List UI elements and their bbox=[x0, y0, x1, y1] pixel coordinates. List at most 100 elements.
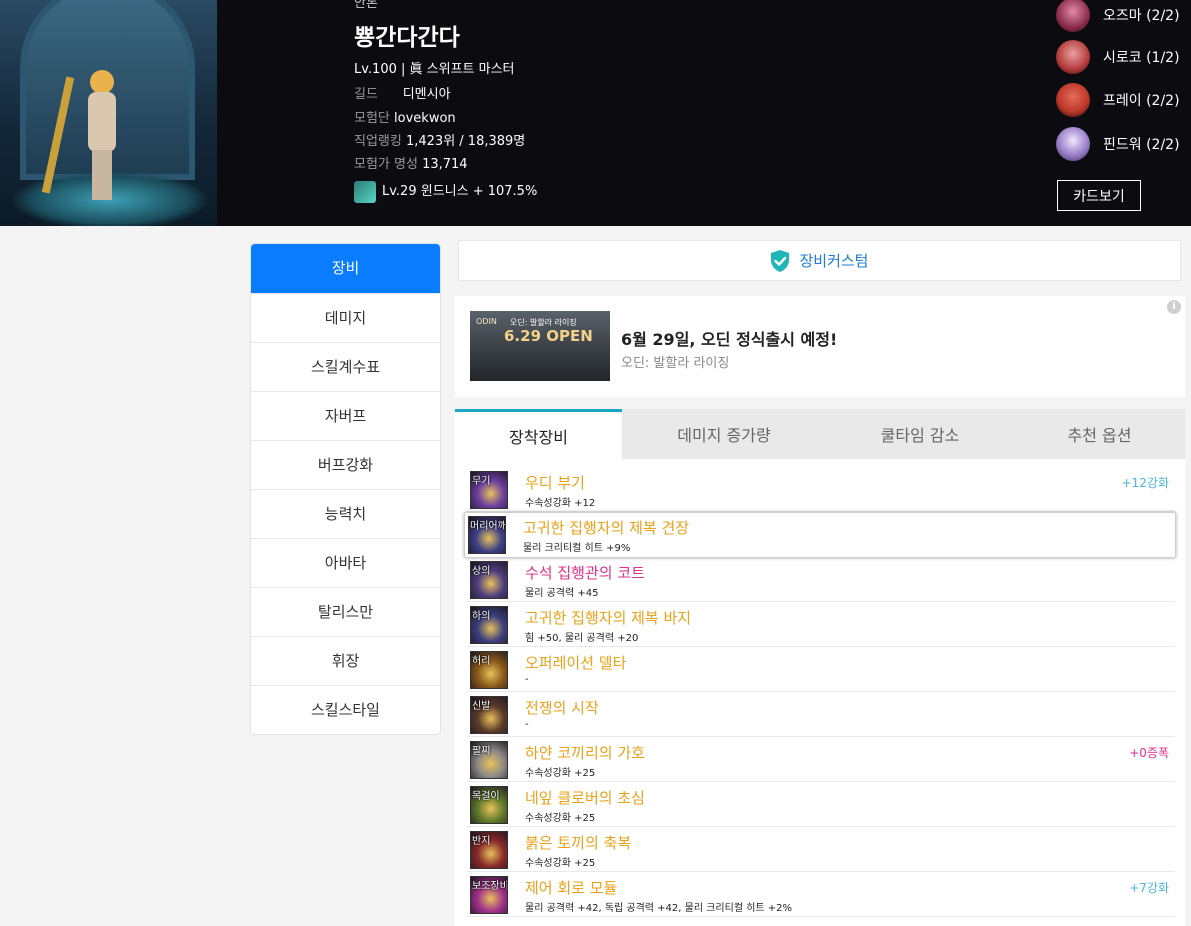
banner-title: 6월 29일, 오딘 정식출시 예정! bbox=[621, 330, 838, 349]
guild-info: 길드 디멘시아 bbox=[354, 83, 451, 102]
fame-value: 13,714 bbox=[422, 157, 468, 172]
equipment-row[interactable]: 보조장비 제어 회로 모듈물리 공격력 +42, 독립 공격력 +42, 물리 크… bbox=[467, 873, 1175, 917]
equipment-row[interactable]: 목걸이 네잎 클로버의 초심 수속성강화 +25 bbox=[467, 783, 1175, 827]
equipment-name[interactable]: 제어 회로 모듈 bbox=[525, 877, 617, 898]
equipment-stat: 물리 공격력 +45 bbox=[525, 588, 599, 599]
sidebar-item-insignia[interactable]: 휘장 bbox=[251, 636, 440, 685]
equipment-stat: 수속성강화 +25 bbox=[525, 768, 596, 779]
equipment-slot-label: 반지 bbox=[472, 836, 491, 847]
sidebar-item-avatar[interactable]: 아바타 bbox=[251, 538, 440, 587]
equipment-item-icon[interactable]: 하의 bbox=[470, 606, 508, 644]
card-set-label: 시로코 (1/2) bbox=[1103, 50, 1180, 66]
view-cards-button[interactable]: 카드보기 bbox=[1057, 180, 1141, 211]
sidebar-nav: 장비 데미지 스킬계수표 자버프 버프강화 능력치 아바타 탈리스만 휘장 스킬… bbox=[250, 243, 441, 735]
job-rank-info: 직업랭킹 1,423위 / 18,389명 bbox=[354, 130, 525, 149]
wind-gem-icon bbox=[354, 180, 376, 203]
equipment-slot-label: 신발 bbox=[472, 701, 491, 712]
equipment-stat: 수속성강화 +12 bbox=[525, 498, 596, 509]
card-set-item: 시로코 (1/2) bbox=[1056, 40, 1180, 74]
equipment-stat: 물리 크리티컬 히트 +9% bbox=[523, 543, 631, 554]
equipment-name[interactable]: 고귀한 집행자의 제복 바지 bbox=[525, 607, 691, 628]
equipment-name[interactable]: 수석 집행관의 코트 bbox=[525, 562, 645, 583]
equipment-item-icon[interactable]: 보조장비 bbox=[470, 876, 508, 914]
ad-banner[interactable]: ODIN 오딘: 발할라 라이징 6.29 OPEN 6월 29일, 오딘 정식… bbox=[455, 296, 1185, 397]
tab-cooldown-reduction[interactable]: 쿨타임 감소 bbox=[826, 409, 1014, 459]
equipment-item-icon[interactable]: 허리 bbox=[470, 651, 508, 689]
job-rank-label: 직업랭킹 bbox=[354, 134, 402, 149]
fame-info: 모험가 명성 13,714 bbox=[354, 153, 468, 172]
equipment-upgrade-badge: +0증폭 bbox=[1129, 746, 1169, 760]
sidebar-item-buff-enhance[interactable]: 버프강화 bbox=[251, 440, 440, 489]
equipment-name[interactable]: 오퍼레이션 델타 bbox=[525, 652, 626, 673]
character-name: 뿅간다간다 bbox=[354, 25, 460, 51]
equipment-name[interactable]: 네잎 클로버의 초심 bbox=[525, 787, 645, 808]
card-set-item: 프레이 (2/2) bbox=[1056, 83, 1180, 117]
equipment-row[interactable]: 팔찌 하얀 코끼리의 가호수속성강화 +25 +0증폭 bbox=[467, 738, 1175, 782]
equipment-row[interactable]: 하의 고귀한 집행자의 제복 바지 힘 +50, 물리 공격력 +20 bbox=[467, 603, 1175, 647]
equipment-custom-button[interactable]: 장비커스텀 bbox=[458, 240, 1181, 281]
fiendwar-avatar-icon bbox=[1056, 127, 1090, 161]
card-set-label: 프레이 (2/2) bbox=[1103, 93, 1180, 109]
character-portrait bbox=[0, 0, 217, 226]
equipment-tabs: 장착장비 데미지 증가량 쿨타임 감소 추천 옵션 bbox=[455, 409, 1185, 459]
equipment-row[interactable]: 허리 오퍼레이션 델타 - bbox=[467, 648, 1175, 692]
equipment-row[interactable]: 신발 전쟁의 시작 - bbox=[467, 693, 1175, 737]
adventure-label: 모험단 bbox=[354, 111, 390, 126]
card-set-label: 핀드워 (2/2) bbox=[1103, 137, 1180, 153]
card-set-label: 오즈마 (2/2) bbox=[1103, 8, 1180, 24]
info-icon[interactable]: i bbox=[1167, 300, 1181, 314]
adventure-value[interactable]: lovekwon bbox=[394, 111, 456, 126]
equipment-row[interactable]: 머리어깨 고귀한 집행자의 제복 견장물리 크리티컬 히트 +9% bbox=[464, 512, 1176, 558]
ozma-avatar-icon bbox=[1056, 0, 1090, 32]
equipment-upgrade-badge: +12강화 bbox=[1121, 476, 1169, 490]
equipment-item-icon[interactable]: 목걸이 bbox=[470, 786, 508, 824]
equipment-name[interactable]: 고귀한 집행자의 제복 견장 bbox=[523, 517, 689, 538]
equipment-slot-label: 보조장비 bbox=[472, 881, 508, 892]
equipment-item-icon[interactable]: 반지 bbox=[470, 831, 508, 869]
level-class: Lv.100 | 眞 스위프트 마스터 bbox=[354, 62, 515, 77]
equipment-slot-label: 목걸이 bbox=[472, 791, 500, 802]
tab-damage-increase[interactable]: 데미지 증가량 bbox=[622, 409, 826, 459]
tab-equipped[interactable]: 장착장비 bbox=[455, 409, 622, 459]
equipment-custom-label: 장비커스텀 bbox=[799, 252, 869, 270]
equipment-row[interactable]: 상의 수석 집행관의 코트물리 공격력 +45 bbox=[467, 558, 1175, 602]
equipment-row[interactable]: 반지 붉은 토끼의 축복수속성강화 +25 bbox=[467, 828, 1175, 872]
equipment-name[interactable]: 하얀 코끼리의 가호 bbox=[525, 742, 645, 763]
equipment-item-icon[interactable]: 팔찌 bbox=[470, 741, 508, 779]
sidebar-item-stats[interactable]: 능력치 bbox=[251, 489, 440, 538]
sidebar-item-self-buff[interactable]: 자버프 bbox=[251, 391, 440, 440]
banner-subtitle: 오딘: 발할라 라이징 bbox=[621, 356, 730, 371]
equipment-stat: 물리 공격력 +42, 독립 공격력 +42, 물리 크리티컬 히트 +2% bbox=[525, 903, 793, 914]
guild-label: 길드 bbox=[354, 87, 378, 102]
equipment-name[interactable]: 붉은 토끼의 축복 bbox=[525, 832, 631, 853]
equipment-row[interactable]: 무기 우디 부기수속성강화 +12 +12강화 bbox=[467, 468, 1175, 512]
equipment-item-icon[interactable]: 머리어깨 bbox=[468, 516, 506, 554]
card-set-item: 오즈마 (2/2) bbox=[1056, 0, 1180, 32]
shield-check-icon bbox=[771, 249, 790, 272]
tab-recommended-options[interactable]: 추천 옵션 bbox=[1014, 409, 1185, 459]
equipment-stat: - bbox=[525, 719, 529, 730]
equipment-name[interactable]: 우디 부기 bbox=[525, 472, 585, 493]
sidebar-item-equipment[interactable]: 장비 bbox=[251, 244, 440, 293]
equipment-name[interactable]: 전쟁의 시작 bbox=[525, 697, 599, 718]
banner-thumb-open: 6.29 OPEN bbox=[504, 327, 593, 345]
sidebar-item-damage[interactable]: 데미지 bbox=[251, 293, 440, 342]
card-set-item: 핀드워 (2/2) bbox=[1056, 127, 1180, 161]
sidebar-item-skill-coefficients[interactable]: 스킬계수표 bbox=[251, 342, 440, 391]
sidebar-item-skill-style[interactable]: 스킬스타일 bbox=[251, 685, 440, 734]
sirocco-avatar-icon bbox=[1056, 40, 1090, 74]
equipment-item-icon[interactable]: 신발 bbox=[470, 696, 508, 734]
sidebar-item-talisman[interactable]: 탈리스만 bbox=[251, 587, 440, 636]
equipment-slot-label: 허리 bbox=[472, 656, 491, 667]
equipment-slot-label: 무기 bbox=[472, 476, 491, 487]
job-rank-value: 1,423위 / 18,389명 bbox=[405, 134, 526, 149]
server-name: 안톤 bbox=[354, 0, 378, 11]
equipment-slot-label: 머리어깨 bbox=[470, 521, 506, 532]
equipment-stat: 수속성강화 +25 bbox=[525, 858, 596, 869]
prey-avatar-icon bbox=[1056, 83, 1090, 117]
equipment-item-icon[interactable]: 상의 bbox=[470, 561, 508, 599]
guild-value[interactable]: 디멘시아 bbox=[403, 87, 451, 102]
equipment-slot-label: 팔찌 bbox=[472, 746, 491, 757]
gem-info: Lv.29 윈드니스 + 107.5% bbox=[354, 180, 537, 203]
equipment-item-icon[interactable]: 무기 bbox=[470, 471, 508, 509]
